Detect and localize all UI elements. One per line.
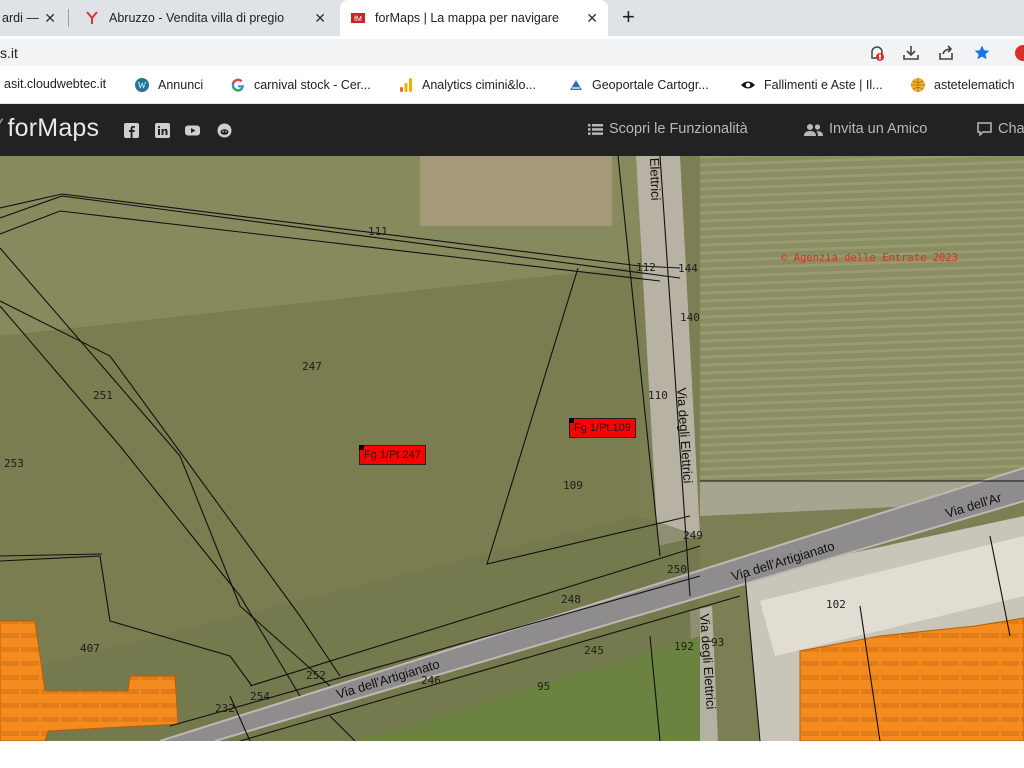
site-permission-icon[interactable] [868, 44, 886, 62]
field-plowed [420, 156, 612, 226]
bookmark-label: Geoportale Cartogr... [592, 78, 709, 92]
svg-text:fM: fM [354, 16, 362, 23]
bookmark-label: Analytics cimini&lo... [422, 78, 536, 92]
tab-title: forMaps | La mappa per navigare [375, 11, 559, 25]
parcel-number: 192 [674, 640, 694, 653]
bookmark-label: Fallimenti e Aste | Il... [764, 78, 883, 92]
parcel-number: 102 [826, 598, 846, 611]
parcel-number: 247 [302, 360, 322, 373]
formaps-favicon-icon: fM [351, 13, 365, 23]
share-icon[interactable] [937, 44, 955, 62]
parcel-number: 249 [683, 529, 703, 542]
bookmark-item[interactable]: Geoportale Cartogr... [568, 77, 709, 93]
nav-link-label: Cha [998, 121, 1024, 137]
geoportale-icon [570, 80, 582, 90]
bookmark-item[interactable]: carnival stock - Cer... [230, 77, 371, 93]
parcel-number: 95 [537, 680, 550, 693]
cadastral-map[interactable]: 111 112 144 140 247 251 253 110 109 249 … [0, 156, 1024, 741]
parcel-number: 246 [421, 674, 441, 687]
facebook-icon[interactable] [124, 123, 139, 138]
svg-text:W: W [138, 81, 147, 91]
list-icon [588, 123, 603, 135]
parcel-number: 112 [636, 261, 656, 274]
bookmark-item[interactable]: Analytics cimini&lo... [398, 77, 536, 93]
bookmark-item[interactable]: Fallimenti e Aste | Il... [740, 77, 883, 93]
browser-tab[interactable]: Abruzzo - Vendita villa di pregio ✕ [74, 0, 336, 36]
parcel-number: 110 [648, 389, 668, 402]
download-icon[interactable] [902, 44, 920, 62]
parcel-number: 140 [680, 311, 700, 324]
parcel-number: 144 [678, 262, 698, 275]
bookmark-item[interactable]: W Annunci [134, 77, 203, 93]
parcel-number: 407 [80, 642, 100, 655]
map-copyright: © Agenzia delle Entrate 2023 [781, 252, 959, 264]
tab-close-icon[interactable]: ✕ [314, 10, 326, 26]
nav-link-label: Invita un Amico [829, 121, 928, 137]
linkedin-icon[interactable] [155, 123, 170, 138]
tab-title: Abruzzo - Vendita villa di pregio [109, 11, 285, 25]
address-bar: s.it [0, 36, 1024, 69]
eye-icon [741, 81, 755, 89]
parcel-number: 232 [215, 702, 235, 715]
parcel-number: 250 [667, 563, 687, 576]
abruzzo-favicon-icon [86, 11, 98, 24]
parcel-number: 245 [584, 644, 604, 657]
parcel-number: 254 [250, 690, 270, 703]
tab-separator [68, 9, 69, 27]
url-text[interactable]: s.it [0, 45, 18, 61]
map-canvas[interactable]: 111 112 144 140 247 251 253 110 109 249 … [0, 156, 1024, 741]
nav-link-label: Scopri le Funzionalità [609, 121, 748, 137]
parcel-number: 248 [561, 593, 581, 606]
nav-link-invite[interactable]: Invita un Amico [804, 121, 927, 137]
bookmark-label: Annunci [158, 78, 204, 92]
nav-link-chat[interactable]: Cha [977, 121, 1024, 137]
brand-logo[interactable]: ⁄ forMaps [0, 114, 99, 143]
tab-title: ardi — [2, 11, 39, 25]
page-bottom-whitespace [0, 741, 1024, 768]
bookmark-item[interactable]: asit.cloudwebtec.it [4, 77, 106, 91]
reddit-icon[interactable] [217, 123, 232, 138]
globe-icon [911, 78, 925, 92]
parcel-label-247[interactable]: Fg 1/Pt.247 [359, 445, 426, 465]
bookmarks-bar: asit.cloudwebtec.it W Annunci carnival s… [0, 69, 1024, 104]
bookmark-star-icon[interactable] [973, 44, 991, 62]
tab-close-icon[interactable]: ✕ [44, 10, 56, 26]
google-icon [231, 78, 245, 92]
app-navbar: ⁄ forMaps Scopri le Funzionalità Invita … [0, 104, 1024, 156]
brand-name: forMaps [7, 114, 100, 142]
youtube-icon[interactable] [185, 123, 200, 138]
road-label: Elettrici [647, 158, 663, 201]
users-icon [804, 123, 823, 136]
bookmark-label: carnival stock - Cer... [254, 78, 371, 92]
chat-icon [977, 122, 992, 136]
profile-icon[interactable] [1014, 44, 1024, 62]
wordpress-icon: W [135, 78, 149, 92]
bookmark-label: asit.cloudwebtec.it [4, 77, 107, 91]
analytics-icon [400, 78, 412, 92]
tab-close-icon[interactable]: ✕ [586, 10, 598, 26]
field-east [700, 156, 1024, 481]
browser-tab-strip: ardi — ✕ Abruzzo - Vendita villa di preg… [0, 0, 1024, 36]
parcel-number: 251 [93, 389, 113, 402]
browser-tab-active[interactable]: fM forMaps | La mappa per navigare ✕ [340, 0, 608, 36]
parcel-label-109[interactable]: Fg 1/Pt.109 [569, 418, 636, 438]
parcel-number: 109 [563, 479, 583, 492]
bookmark-item[interactable]: astetelematich [910, 77, 1015, 93]
nav-link-features[interactable]: Scopri le Funzionalità [588, 121, 748, 137]
parcel-number: 252 [306, 669, 326, 682]
parcel-number: 253 [4, 457, 24, 470]
parcel-number: 111 [368, 225, 388, 238]
new-tab-button[interactable]: + [622, 5, 635, 29]
bookmark-label: astetelematich [934, 78, 1015, 92]
browser-tab[interactable]: ardi — ✕ [0, 0, 66, 36]
